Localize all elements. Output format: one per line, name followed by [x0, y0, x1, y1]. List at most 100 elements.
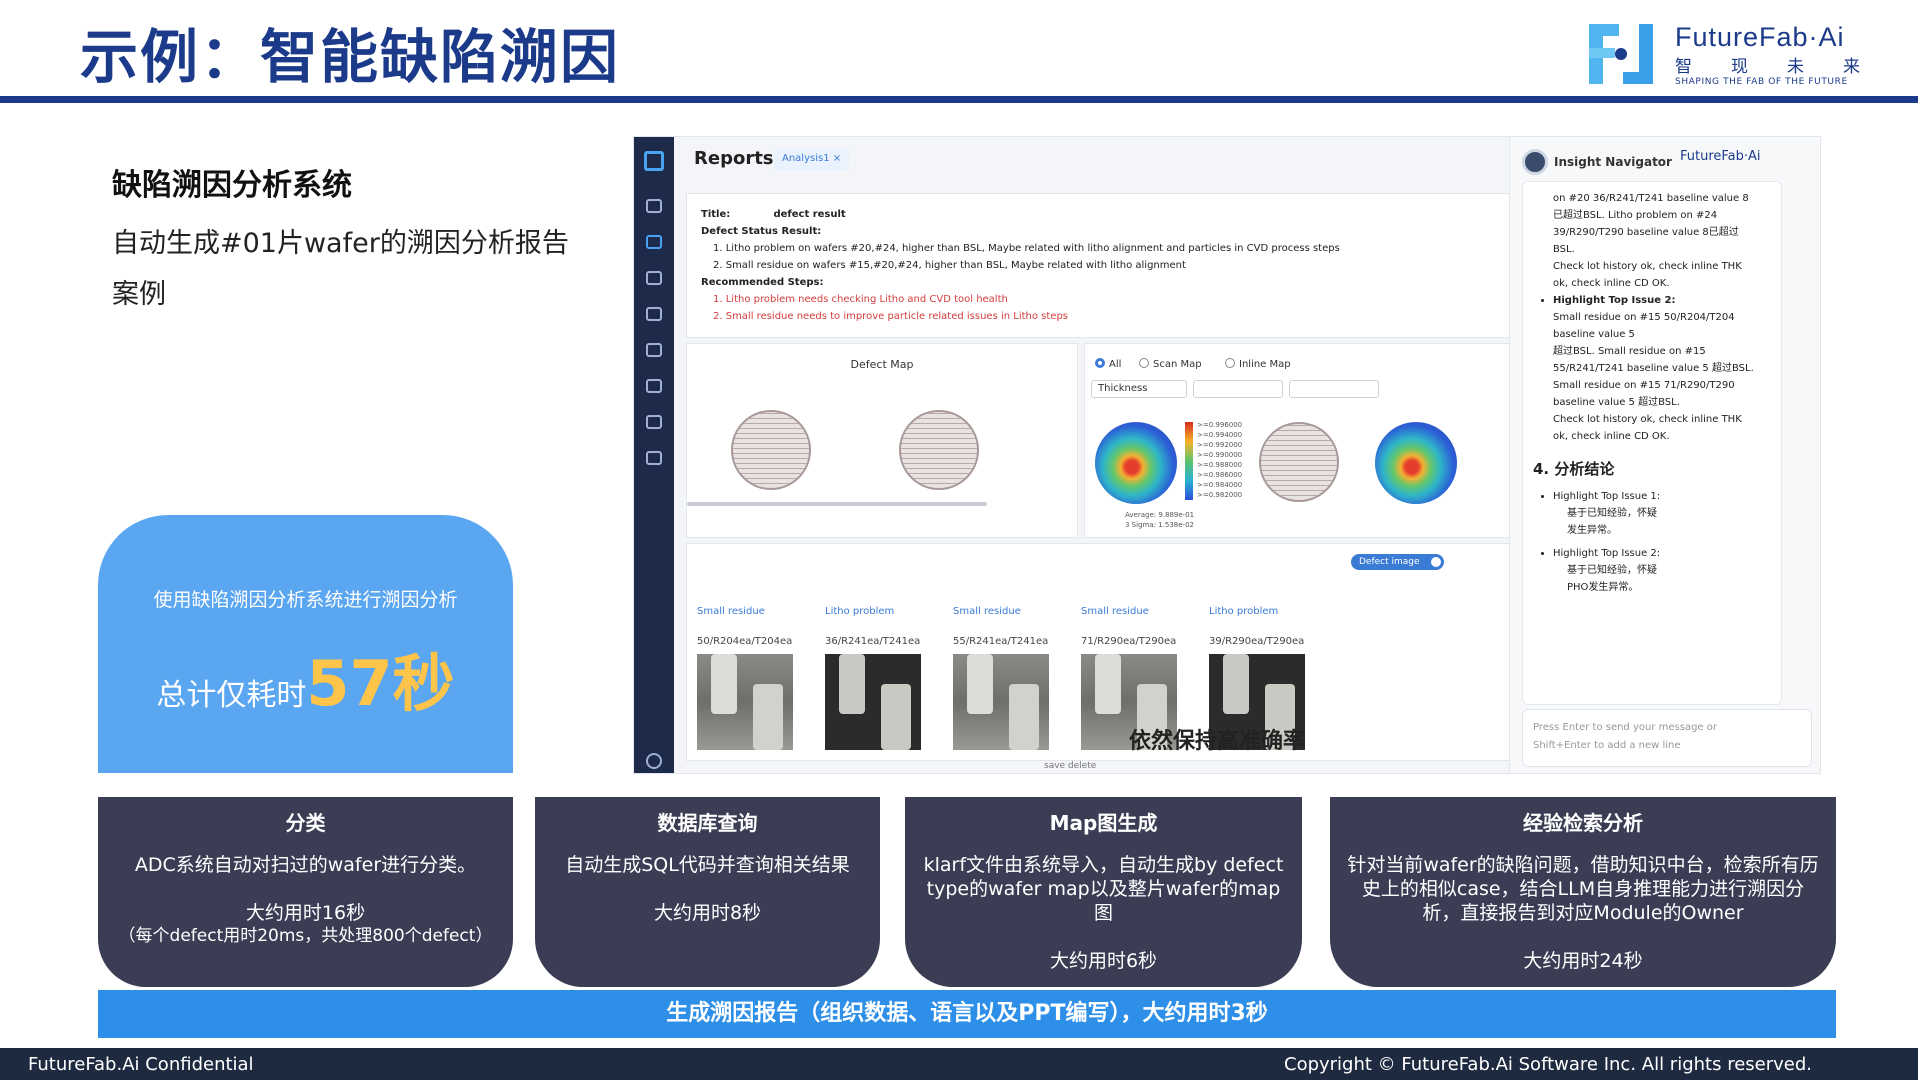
insight-navigator-panel: Insight Navigator FutureFab·Ai on #20 36…: [1509, 137, 1820, 773]
message-line: Check lot history ok, check inline THK: [1553, 261, 1742, 272]
defect-image-toggle[interactable]: Defect image: [1351, 554, 1444, 570]
radio-inline-map-label: Inline Map: [1239, 359, 1291, 370]
layers-icon[interactable]: [646, 271, 662, 285]
conclusion-sub: 基于已知经验，怀疑: [1567, 565, 1657, 576]
radio-inline-map[interactable]: Inline Map: [1225, 358, 1291, 370]
conclusion-label: Highlight Top Issue 2:: [1553, 548, 1661, 559]
conclusion-sub: 基于已知经验，怀疑: [1567, 508, 1657, 519]
message-line: baseline value 5 超过BSL.: [1553, 397, 1680, 408]
futurefab-logo: FutureFab·Ai 智 现 未 来 SHAPING THE FAB OF …: [1585, 18, 1865, 90]
logo-name: FutureFab·Ai: [1675, 22, 1845, 52]
slide-title: 示例：智能缺陷溯因: [80, 23, 621, 91]
filter-select[interactable]: [1289, 380, 1379, 398]
user-icon[interactable]: [646, 753, 662, 769]
step-time: 大约用时6秒: [1049, 950, 1158, 972]
logo-tagline: SHAPING THE FAB OF THE FUTURE: [1675, 77, 1848, 87]
thickness-wafer-map[interactable]: [1375, 422, 1457, 504]
wafer-stats: Average: 9.889e-01 3 Sigma: 1.538e-02: [1125, 510, 1194, 530]
sem-image: [953, 654, 1049, 750]
footer-confidential: FutureFab.Ai Confidential: [28, 1054, 254, 1075]
colorbar-label: >=0.984000: [1197, 481, 1243, 489]
colorbar-label: >=0.982000: [1197, 491, 1243, 499]
bar-chart-icon[interactable]: [646, 379, 662, 393]
step-note: （每个defect用时20ms，共处理800个defect）: [118, 926, 493, 946]
filter-select[interactable]: [1193, 380, 1283, 398]
defect-code: 39/R290ea/T290ea: [1209, 636, 1305, 647]
thickness-select[interactable]: Thickness: [1091, 380, 1187, 398]
report-summary: Title: defect result Defect Status Resul…: [686, 193, 1518, 338]
defect-type: Small residue: [697, 606, 765, 617]
monitor-icon[interactable]: [646, 307, 662, 321]
sem-image: [825, 654, 921, 750]
footer: FutureFab.Ai Confidential Copyright © Fu…: [0, 1048, 1918, 1080]
line-chart-icon[interactable]: [646, 343, 662, 357]
radio-scan-map[interactable]: Scan Map: [1139, 358, 1202, 370]
chat-placeholder: Press Enter to send your message or: [1533, 722, 1717, 733]
defect-type: Small residue: [953, 606, 1021, 617]
grid-icon[interactable]: [646, 199, 662, 213]
defect-type: Litho problem: [1209, 606, 1279, 617]
wafer-map[interactable]: [899, 410, 979, 490]
time-highlight-card: 使用缺陷溯因分析系统进行溯因分析 总计仅耗时57秒: [98, 515, 513, 773]
step-card-experience: 经验检索分析 针对当前wafer的缺陷问题，借助知识中台，检索所有历史上的相似c…: [1330, 797, 1836, 987]
analysis-icon[interactable]: [646, 235, 662, 249]
defect-type: Small residue: [1081, 606, 1149, 617]
footer-copyright: Copyright © FutureFab.Ai Software Inc. A…: [1284, 1054, 1812, 1075]
thickness-wafer-map[interactable]: [1095, 422, 1177, 504]
colorbar-label: >=0.992000: [1197, 441, 1243, 449]
tab-analysis1[interactable]: Analysis1 ×: [774, 148, 850, 170]
document-icon[interactable]: [646, 451, 662, 465]
navigator-logo: FutureFab·Ai: [1680, 149, 1761, 164]
highlight-line: 使用缺陷溯因分析系统进行溯因分析: [153, 589, 458, 611]
color-scale: [1185, 422, 1193, 500]
message-line: BSL.: [1553, 244, 1575, 255]
system-description: 自动生成#01片wafer的溯因分析报告案例: [112, 228, 569, 310]
navigator-title: Insight Navigator: [1554, 155, 1672, 169]
conclusion-sub: 发生异常。: [1567, 525, 1617, 536]
app-screenshot: Reports Analysis1 × Title: defect result…: [633, 136, 1821, 774]
step-title: Map图生成: [1049, 811, 1158, 835]
colorbar-label: >=0.990000: [1197, 451, 1243, 459]
bot-avatar-icon: [1522, 149, 1548, 175]
step-title: 经验检索分析: [1523, 811, 1643, 835]
message-line: on #20 36/R241/T241 baseline value 8: [1553, 193, 1749, 204]
defect-code: 50/R204ea/T204ea: [697, 636, 793, 647]
step-desc: 针对当前wafer的缺陷问题，借助知识中台，检索所有历史上的相似case，结合L…: [1347, 854, 1819, 924]
radio-all[interactable]: All: [1095, 358, 1121, 370]
defect-map-title: Defect Map: [850, 358, 914, 371]
step-item: 1. Litho problem needs checking Litho an…: [713, 294, 1008, 305]
issue-item: Highlight Top Issue 2: Small residue on …: [1553, 292, 1771, 445]
defect-map-panel: Defect Map: [686, 343, 1078, 538]
steps-header: Recommended Steps:: [701, 277, 824, 288]
logo-cn: 智 现 未 来: [1675, 52, 1860, 77]
radio-all-label: All: [1109, 359, 1122, 370]
highlight-prefix: 总计仅耗时: [156, 678, 307, 713]
logo-cn-char: 来: [1843, 57, 1860, 77]
wafer-map-panel: All Scan Map Inline Map Thickness >=0.99…: [1084, 343, 1518, 538]
defect-code: 71/R290ea/T290ea: [1081, 636, 1177, 647]
side-rail: [634, 137, 674, 773]
message-line: ok, check inline CD OK.: [1553, 278, 1670, 289]
chat-input[interactable]: Press Enter to send your message or Shif…: [1522, 709, 1812, 767]
cube-icon[interactable]: [646, 415, 662, 429]
conclusion-heading: 4. 分析结论: [1533, 460, 1615, 478]
system-title: 缺陷溯因分析系统: [112, 168, 352, 203]
wafer-map[interactable]: [731, 410, 811, 490]
step-desc: ADC系统自动对扫过的wafer进行分类。: [134, 854, 477, 876]
sem-image: [697, 654, 793, 750]
message-line: 39/R290/T290 baseline value 8已超过: [1553, 227, 1739, 238]
logo-mark-icon: [1589, 24, 1653, 84]
stat-average: Average: 9.889e-01: [1125, 511, 1195, 519]
status-item: 1. Litho problem on wafers #20,#24, high…: [713, 243, 1340, 254]
wafer-map[interactable]: [1259, 422, 1339, 502]
reports-title: Reports: [694, 148, 774, 169]
conclusion-sub: PHO发生异常。: [1567, 582, 1639, 593]
report-actions[interactable]: save delete: [1044, 761, 1096, 771]
colorbar-label: >=0.994000: [1197, 431, 1243, 439]
step-card-db-query: 数据库查询 自动生成SQL代码并查询相关结果 大约用时8秒: [535, 797, 880, 987]
conclusion-item: Highlight Top Issue 1: 基于已知经验，怀疑 发生异常。: [1553, 488, 1771, 539]
colorbar-labels: >=0.996000 >=0.994000 >=0.992000 >=0.990…: [1197, 420, 1242, 500]
colorbar-label: >=0.986000: [1197, 471, 1243, 479]
horizontal-scrollbar[interactable]: [687, 502, 987, 506]
status-item: 2. Small residue on wafers #15,#20,#24, …: [713, 260, 1186, 271]
